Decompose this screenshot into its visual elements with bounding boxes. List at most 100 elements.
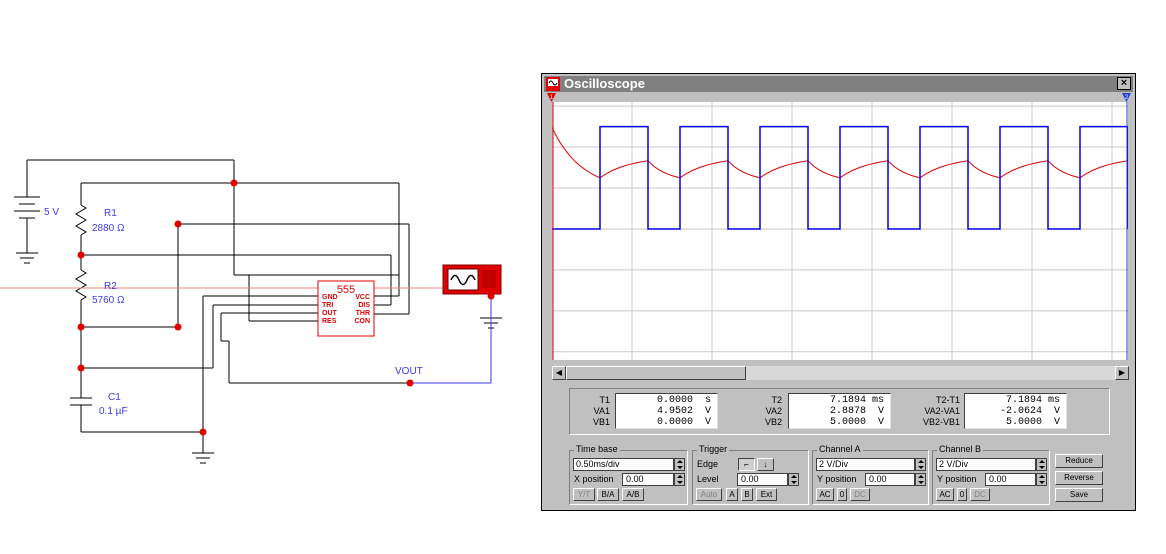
channel-b-ypos-spinner[interactable] — [1036, 473, 1047, 486]
readout-label: VB2 — [764, 417, 782, 427]
ic-name: 555 — [337, 284, 355, 296]
readout-label: VA2 — [765, 406, 782, 416]
timebase-scale-select[interactable]: 0.50ms/div — [573, 458, 674, 471]
readout-label: T1 — [599, 395, 610, 405]
channel-b-title: Channel B — [937, 444, 984, 455]
vout-label: VOUT — [395, 366, 423, 377]
channel-b-ypos-label: Y position — [937, 474, 977, 484]
channel-a-group: Channel A 2 V/Div Y position 0.00 AC 0 D… — [812, 444, 929, 505]
readout-value-dvb: 5.0000 V — [1005, 417, 1060, 428]
channel-b-dc-button[interactable]: DC — [970, 488, 990, 501]
readout-label: T2-T1 — [935, 395, 960, 405]
battery-label: 5 V — [44, 207, 59, 218]
oscilloscope-instrument-icon[interactable] — [442, 264, 502, 295]
ic-pin-vcc: VCC — [355, 294, 370, 301]
r2-value: 5760 Ω — [92, 295, 125, 306]
edge-label: Edge — [697, 459, 719, 469]
ab-button[interactable]: A/B — [622, 488, 644, 501]
title-bar[interactable]: Oscilloscope × — [544, 76, 1133, 92]
ic-pin-out: OUT — [322, 310, 338, 317]
oscilloscope-app-icon — [546, 77, 560, 91]
oscilloscope-display[interactable] — [552, 102, 1128, 360]
edge-falling-button[interactable]: ↓ — [757, 458, 774, 471]
cursor-1-marker-icon[interactable]: 1 — [547, 93, 556, 102]
channel-a-scale-select[interactable]: 2 V/Div — [816, 458, 915, 471]
channel-a-title: Channel A — [817, 444, 863, 455]
readout-label: T2 — [771, 395, 782, 405]
trigger-ext-button[interactable]: Ext — [756, 488, 777, 501]
channel-a-ypos-input[interactable]: 0.00 — [865, 473, 915, 486]
oscilloscope-window[interactable]: Oscilloscope × 1 2 ◀ ▶ T1 VA1 VB1 0.0000… — [541, 73, 1136, 511]
timebase-group: Time base 0.50ms/div X position 0.00 Y/T… — [569, 444, 688, 505]
readout-label: VA2-VA1 — [924, 406, 960, 416]
channel-a-scale-spinner[interactable] — [915, 458, 926, 471]
channel-b-group: Channel B 2 V/Div Y position 0.00 AC 0 D… — [932, 444, 1050, 505]
readout-label: VA1 — [593, 406, 610, 416]
channel-b-ac-button[interactable]: AC — [936, 488, 954, 501]
r1-name: R1 — [104, 208, 117, 219]
cursor-readouts: T1 VA1 VB1 0.0000 s 4.9502 V 0.0000 V T2… — [569, 388, 1110, 435]
scroll-left-button[interactable]: ◀ — [552, 366, 566, 380]
readout-label: VB2-VB1 — [922, 417, 960, 427]
xpos-input[interactable]: 0.00 — [622, 473, 674, 486]
reverse-button[interactable]: Reverse — [1055, 471, 1103, 485]
trigger-group: Trigger Edge ⌐ ↓ Level 0.00 Auto A B Ext — [692, 444, 809, 505]
yt-button[interactable]: Y/T — [573, 488, 595, 501]
readout-value-t2: 7.1894 ms — [829, 395, 884, 406]
scroll-right-button[interactable]: ▶ — [1115, 366, 1129, 380]
channel-a-ac-button[interactable]: AC — [816, 488, 834, 501]
channel-b-zero-button[interactable]: 0 — [957, 488, 967, 501]
xpos-spinner[interactable] — [674, 473, 685, 486]
xpos-label: X position — [574, 474, 614, 484]
scrollbar-thumb[interactable] — [566, 366, 746, 380]
readout-value-t1: 0.0000 s — [656, 395, 711, 406]
channel-b-scale-spinner[interactable] — [1036, 458, 1047, 471]
edge-rising-button[interactable]: ⌐ — [738, 458, 755, 471]
window-title: Oscilloscope — [564, 76, 645, 91]
channel-b-ypos-input[interactable]: 0.00 — [985, 473, 1036, 486]
timebase-scale-spinner[interactable] — [674, 458, 685, 471]
channel-a-dc-button[interactable]: DC — [850, 488, 870, 501]
readout-box-t2: 7.1894 ms 2.8878 V 5.0000 V — [788, 393, 891, 429]
save-button[interactable]: Save — [1055, 488, 1103, 502]
ic-555[interactable]: 555 GND TRI OUT RES VCC DIS THR CON — [317, 280, 375, 337]
ic-pin-dis: DIS — [358, 302, 370, 309]
channel-a-zero-button[interactable]: 0 — [837, 488, 847, 501]
c1-value: 0.1 µF — [99, 406, 128, 417]
r2-name: R2 — [104, 281, 117, 292]
readout-value-dt: 7.1894 ms — [1005, 395, 1060, 406]
trigger-b-button[interactable]: B — [741, 488, 753, 501]
readout-value-va1: 4.9502 V — [656, 406, 711, 417]
channel-a-ypos-label: Y position — [817, 474, 857, 484]
circuit-schematic: 555 GND TRI OUT RES VCC DIS THR CON 5 V … — [0, 159, 502, 464]
ba-button[interactable]: B/A — [597, 488, 619, 501]
readout-value-vb1: 0.0000 V — [656, 417, 711, 428]
readout-value-vb2: 5.0000 V — [829, 417, 884, 428]
level-input[interactable]: 0.00 — [737, 473, 788, 486]
readout-label: VB1 — [592, 417, 610, 427]
level-label: Level — [697, 474, 719, 484]
channel-a-ypos-spinner[interactable] — [915, 473, 926, 486]
c1-name: C1 — [108, 392, 121, 403]
trigger-title: Trigger — [697, 444, 730, 455]
readout-box-delta: 7.1894 ms -2.0624 V 5.0000 V — [964, 393, 1067, 429]
readout-value-dva: -2.0624 V — [999, 406, 1060, 417]
trigger-auto-button[interactable]: Auto — [696, 488, 722, 501]
reduce-button[interactable]: Reduce — [1055, 454, 1103, 468]
time-scrollbar[interactable]: ◀ ▶ — [552, 366, 1129, 380]
ic-pin-gnd: GND — [322, 294, 338, 301]
level-spinner[interactable] — [788, 473, 799, 486]
readout-value-va2: 2.8878 V — [829, 406, 884, 417]
close-button[interactable]: × — [1117, 77, 1131, 90]
cursor-2-marker-icon[interactable]: 2 — [1122, 93, 1131, 102]
readout-box-t1: 0.0000 s 4.9502 V 0.0000 V — [615, 393, 718, 429]
channel-b-scale-select[interactable]: 2 V/Div — [936, 458, 1036, 471]
trigger-a-button[interactable]: A — [726, 488, 738, 501]
r1-value: 2880 Ω — [92, 223, 125, 234]
ic-pin-res: RES — [322, 318, 337, 325]
ic-pin-con: CON — [354, 318, 370, 325]
ic-pin-thr: THR — [356, 310, 370, 317]
junction-dots — [77, 179, 495, 436]
timebase-title: Time base — [574, 444, 620, 455]
ic-pin-tri: TRI — [322, 302, 333, 309]
